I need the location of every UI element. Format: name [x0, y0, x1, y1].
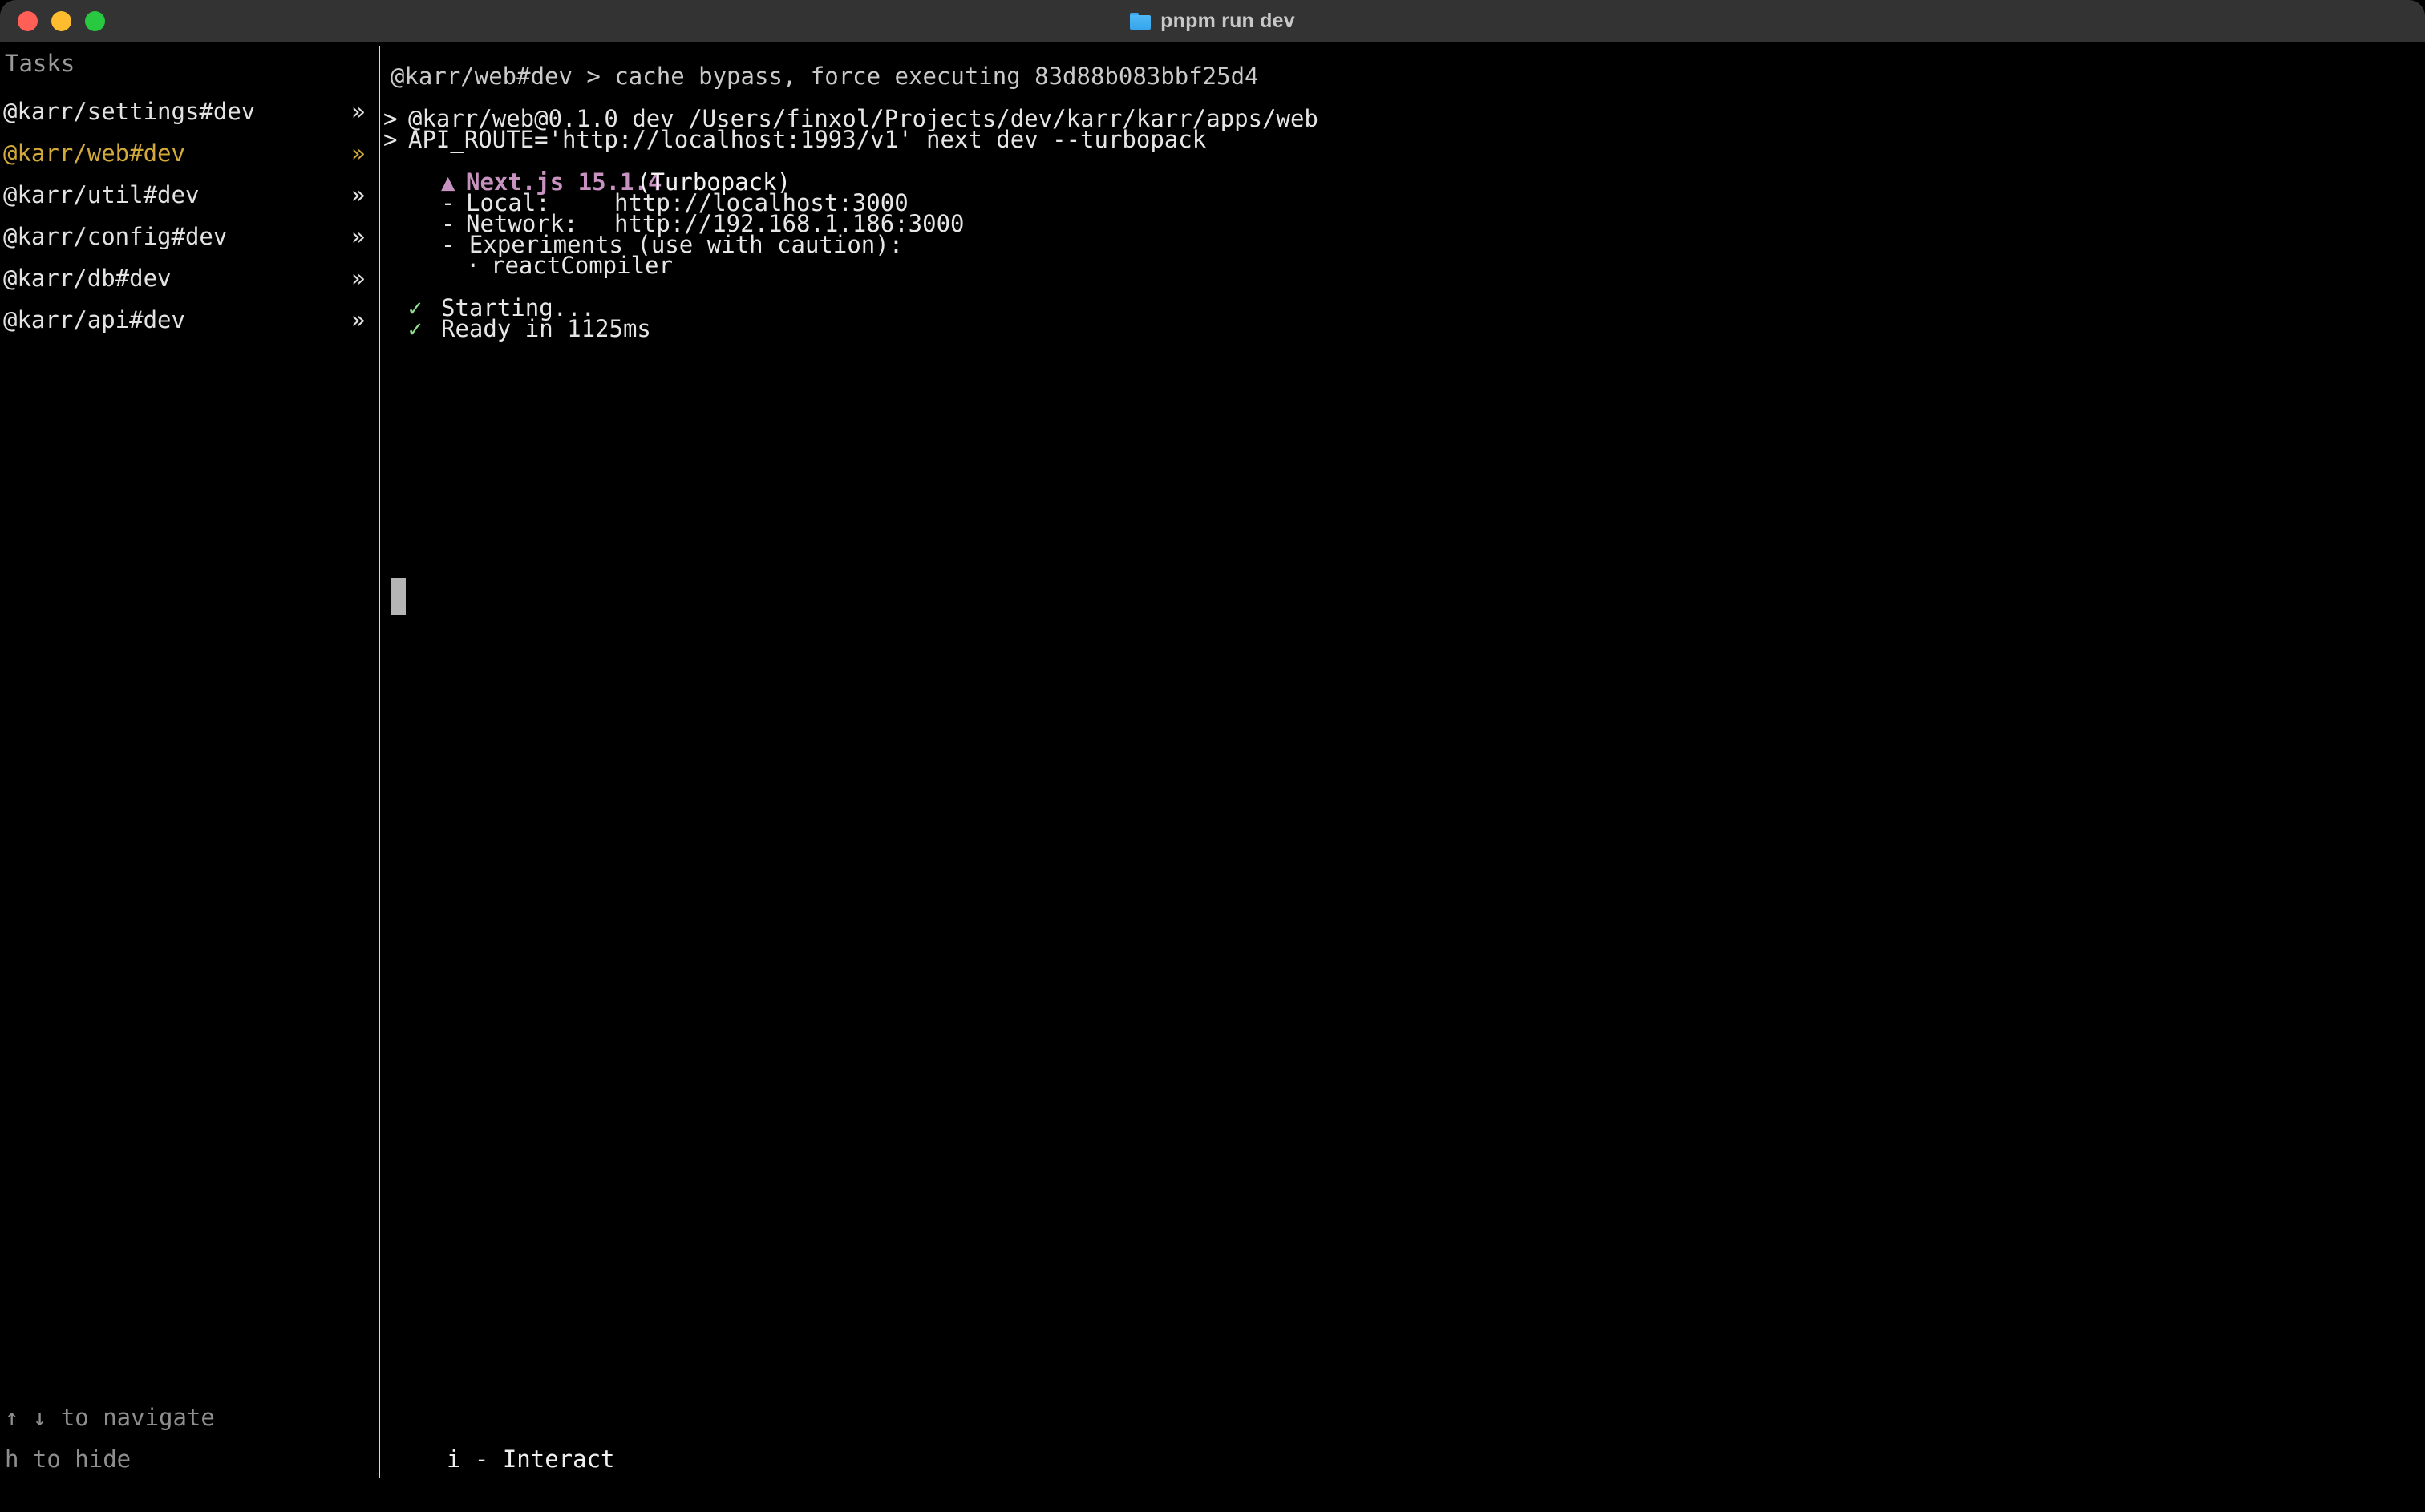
sidebar-item-karr-api-dev[interactable]: @karr/api#dev » [0, 299, 379, 341]
chevron-right-icon: » [351, 306, 366, 334]
status-ready: Ready in 1125ms [441, 315, 651, 342]
sidebar-item-karr-util-dev[interactable]: @karr/util#dev » [0, 174, 379, 216]
cache-bypass-line: @karr/web#dev > cache bypass, force exec… [391, 63, 1259, 90]
task-label: @karr/db#dev [3, 265, 172, 292]
traffic-light-group [18, 0, 105, 42]
window-titlebar: pnpm run dev [0, 0, 2425, 42]
chevron-right-icon: » [351, 223, 366, 250]
chevron-right-icon: » [351, 181, 366, 208]
task-label: @karr/settings#dev [3, 98, 256, 125]
terminal-window: pnpm run dev Tasks @karr/settings#dev » … [0, 0, 2425, 1512]
window-title: pnpm run dev [1130, 10, 1295, 33]
task-list: @karr/settings#dev » @karr/web#dev » @ka… [0, 91, 379, 341]
chevron-right-icon: » [351, 139, 366, 167]
task-label: @karr/web#dev [3, 139, 185, 167]
task-label: @karr/api#dev [3, 306, 185, 334]
check-icon-ready: ✓ [408, 315, 423, 342]
tasks-header-label: Tasks [5, 50, 75, 77]
command-line-2: API_ROUTE='http://localhost:1993/v1' nex… [408, 126, 1207, 153]
interact-hint[interactable]: i - Interact [447, 1438, 615, 1480]
experiment-react-compiler: reactCompiler [491, 252, 673, 279]
experiment-bullet-icon: · [466, 252, 480, 279]
minimize-window-button[interactable] [51, 11, 71, 31]
sidebar-item-karr-db-dev[interactable]: @karr/db#dev » [0, 257, 379, 299]
tasks-sidebar: Tasks @karr/settings#dev » @karr/web#dev… [0, 42, 379, 1512]
window-content: Tasks @karr/settings#dev » @karr/web#dev… [0, 42, 2425, 1512]
terminal-output-pane[interactable]: @karr/web#dev > cache bypass, force exec… [380, 42, 2425, 1512]
folder-icon [1130, 13, 1152, 30]
sidebar-item-karr-config-dev[interactable]: @karr/config#dev » [0, 216, 379, 257]
sidebar-keyboard-hints: ↑ ↓ to navigate h to hide [5, 1397, 374, 1480]
prompt-marker-2: > [383, 126, 398, 153]
maximize-window-button[interactable] [85, 11, 105, 31]
hint-hide: h to hide [5, 1445, 132, 1473]
chevron-right-icon: » [351, 98, 366, 125]
sidebar-item-karr-web-dev[interactable]: @karr/web#dev » [0, 132, 379, 174]
block-cursor [391, 578, 406, 615]
task-label: @karr/util#dev [3, 181, 200, 208]
close-window-button[interactable] [18, 11, 38, 31]
chevron-right-icon: » [351, 265, 366, 292]
task-label: @karr/config#dev [3, 223, 228, 250]
sidebar-item-karr-settings-dev[interactable]: @karr/settings#dev » [0, 91, 379, 132]
hint-navigate: ↑ ↓ to navigate [5, 1404, 215, 1431]
window-title-text: pnpm run dev [1160, 10, 1295, 32]
